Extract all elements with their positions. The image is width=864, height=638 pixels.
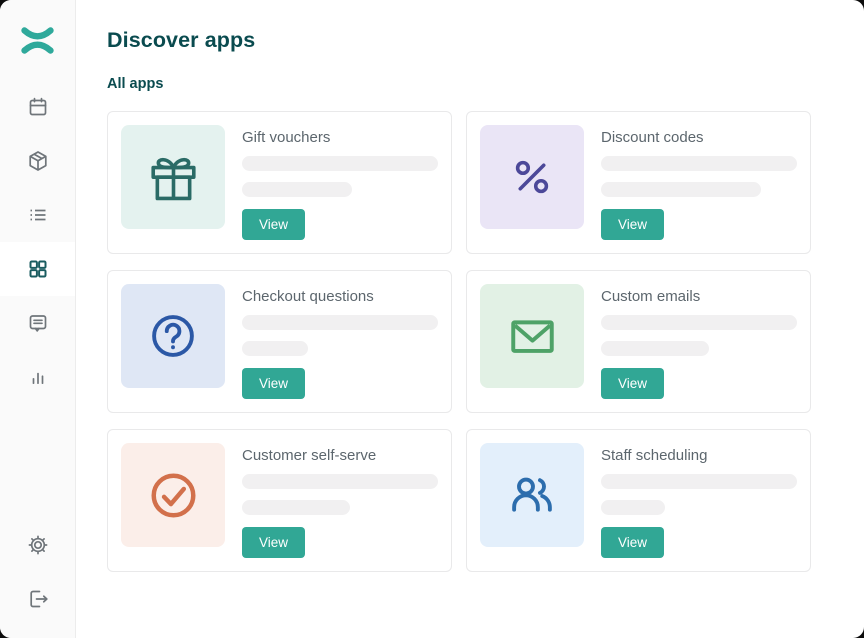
app-icon-tile bbox=[121, 125, 225, 229]
sidebar-item-reports[interactable] bbox=[0, 350, 75, 404]
view-button[interactable]: View bbox=[242, 209, 305, 240]
view-button[interactable]: View bbox=[601, 368, 664, 399]
app-card-title: Discount codes bbox=[601, 128, 797, 147]
view-button[interactable]: View bbox=[601, 527, 664, 558]
app-card-title: Custom emails bbox=[601, 287, 797, 306]
app-card-title: Customer self-serve bbox=[242, 446, 438, 465]
placeholder-bar bbox=[242, 182, 352, 197]
app-icon-tile bbox=[121, 443, 225, 547]
main-content: Discover apps All apps Gift vouchers bbox=[76, 0, 864, 638]
app-grid: Gift vouchers View Discount codes bbox=[107, 111, 864, 572]
app-card-body: Custom emails View bbox=[601, 284, 797, 399]
app-card-body: Checkout questions View bbox=[242, 284, 438, 399]
app-card-body: Customer self-serve View bbox=[242, 443, 438, 558]
view-button[interactable]: View bbox=[242, 527, 305, 558]
gift-icon bbox=[146, 150, 201, 205]
sidebar bbox=[0, 0, 76, 638]
placeholder-bar bbox=[242, 474, 438, 489]
gear-icon bbox=[26, 533, 50, 557]
app-icon-tile bbox=[480, 284, 584, 388]
placeholder-bar bbox=[601, 156, 797, 171]
app-card-title: Staff scheduling bbox=[601, 446, 797, 465]
view-button[interactable]: View bbox=[601, 209, 664, 240]
app-card-checkout-questions: Checkout questions View bbox=[107, 270, 452, 413]
app-card-custom-emails: Custom emails View bbox=[466, 270, 811, 413]
check-circle-icon bbox=[146, 468, 201, 523]
logout-icon bbox=[26, 587, 50, 611]
app-icon-tile bbox=[480, 443, 584, 547]
brand-logo-icon bbox=[21, 26, 54, 55]
placeholder-bar bbox=[601, 341, 709, 356]
people-icon bbox=[506, 469, 558, 521]
placeholder-bar bbox=[601, 182, 761, 197]
package-icon bbox=[26, 149, 50, 173]
app-card-discount-codes: Discount codes View bbox=[466, 111, 811, 254]
sidebar-item-calendar[interactable] bbox=[0, 80, 75, 134]
sidebar-item-settings[interactable] bbox=[0, 518, 75, 572]
app-window: Discover apps All apps Gift vouchers bbox=[0, 0, 864, 638]
page-title: Discover apps bbox=[107, 28, 864, 53]
placeholder-bar bbox=[242, 156, 438, 171]
sidebar-spacer bbox=[0, 404, 75, 518]
placeholder-bar bbox=[601, 474, 797, 489]
app-card-body: Gift vouchers View bbox=[242, 125, 438, 240]
grid-icon bbox=[26, 257, 50, 281]
section-label-all-apps: All apps bbox=[107, 76, 864, 92]
percent-icon bbox=[507, 152, 557, 202]
sidebar-item-apps[interactable] bbox=[0, 242, 75, 296]
app-card-customer-self-serve: Customer self-serve View bbox=[107, 429, 452, 572]
app-card-body: Discount codes View bbox=[601, 125, 797, 240]
placeholder-bar bbox=[242, 500, 350, 515]
app-icon-tile bbox=[480, 125, 584, 229]
chat-icon bbox=[26, 311, 50, 335]
app-card-title: Checkout questions bbox=[242, 287, 438, 306]
app-card-staff-scheduling: Staff scheduling View bbox=[466, 429, 811, 572]
placeholder-bar bbox=[242, 315, 438, 330]
sidebar-nav bbox=[0, 80, 75, 404]
app-icon-tile bbox=[121, 284, 225, 388]
brand-logo[interactable] bbox=[0, 0, 75, 80]
calendar-icon bbox=[26, 95, 50, 119]
list-icon bbox=[26, 203, 50, 227]
sidebar-item-logout[interactable] bbox=[0, 572, 75, 626]
view-button[interactable]: View bbox=[242, 368, 305, 399]
bar-chart-icon bbox=[26, 365, 50, 389]
sidebar-item-products[interactable] bbox=[0, 134, 75, 188]
sidebar-item-lists[interactable] bbox=[0, 188, 75, 242]
placeholder-bar bbox=[242, 341, 308, 356]
app-card-body: Staff scheduling View bbox=[601, 443, 797, 558]
placeholder-bar bbox=[601, 315, 797, 330]
app-card-title: Gift vouchers bbox=[242, 128, 438, 147]
placeholder-bar bbox=[601, 500, 665, 515]
sidebar-item-messages[interactable] bbox=[0, 296, 75, 350]
app-card-gift-vouchers: Gift vouchers View bbox=[107, 111, 452, 254]
sidebar-footer bbox=[0, 518, 75, 626]
question-circle-icon bbox=[146, 309, 200, 363]
envelope-icon bbox=[505, 309, 560, 364]
